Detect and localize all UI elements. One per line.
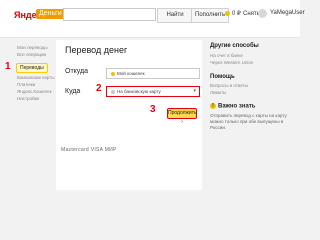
search-input[interactable] <box>63 8 156 21</box>
step-3-annotation: 3 <box>150 104 156 115</box>
step-1-annotation: 1 <box>5 61 11 72</box>
payment-logos: Mastercard VISA МИР <box>61 147 117 153</box>
important-title: ! Важно знать <box>210 103 255 110</box>
help-link-faq[interactable]: Вопросы и ответы <box>210 83 248 88</box>
transfer-panel: Перевод денег Откуда Мой кошелек Куда На… <box>56 40 202 190</box>
from-value: Мой кошелек <box>117 71 145 76</box>
important-text: Отправить перевод с карты на карту можно… <box>210 113 287 130</box>
username[interactable]: YaMegaUser <box>270 10 305 16</box>
avatar[interactable] <box>258 9 267 18</box>
page-title: Перевод денег <box>65 45 128 55</box>
sidebar-item-my-transfers[interactable]: Мои переводы <box>17 45 48 50</box>
wallet-icon <box>111 71 115 76</box>
from-label: Откуда <box>65 68 89 75</box>
sidebar-item-payments[interactable]: Платежи <box>17 82 35 87</box>
sidebar-item-bank-cards[interactable]: Банковские карты <box>17 75 55 80</box>
sidebar-item-settings[interactable]: Настройки <box>17 96 39 101</box>
continue-button[interactable]: Продолжить › <box>167 108 197 125</box>
coin-icon <box>225 10 230 16</box>
to-label: Куда <box>65 88 81 95</box>
help-link-limits[interactable]: Лимиты <box>210 90 226 95</box>
other-methods-title: Другие способы <box>210 43 259 49</box>
top-bar: Яндекс Деньги Найти Пополнить 0 ₽ Снять … <box>0 0 305 38</box>
sidebar-item-all-operations[interactable]: Все операции <box>17 52 46 57</box>
sidebar-item-wallet[interactable]: Яндекс.Кошелек <box>17 89 52 94</box>
topup-button[interactable]: Пополнить <box>191 8 230 23</box>
card-icon <box>111 89 115 94</box>
important-title-text: Важно знать <box>218 103 256 110</box>
balance[interactable]: 0 ₽ <box>225 10 241 17</box>
sidebar-item-transfers[interactable]: Переводы <box>16 63 48 73</box>
to-select[interactable]: На банковскую карту ▾ <box>106 86 200 97</box>
from-select[interactable]: Мой кошелек <box>106 68 200 79</box>
to-value: На банковскую карту <box>117 89 161 94</box>
other-link-wu[interactable]: Через Western Union <box>210 60 253 65</box>
help-title: Помощь <box>210 74 235 80</box>
warning-icon: ! <box>210 103 216 109</box>
step-2-annotation: 2 <box>96 83 102 94</box>
chevron-down-icon: ▾ <box>193 88 196 94</box>
find-button[interactable]: Найти <box>157 8 193 23</box>
continue-label: Продолжить <box>168 110 197 116</box>
money-badge[interactable]: Деньги <box>36 9 65 19</box>
other-link-bank[interactable]: На счет в банке <box>210 53 243 58</box>
